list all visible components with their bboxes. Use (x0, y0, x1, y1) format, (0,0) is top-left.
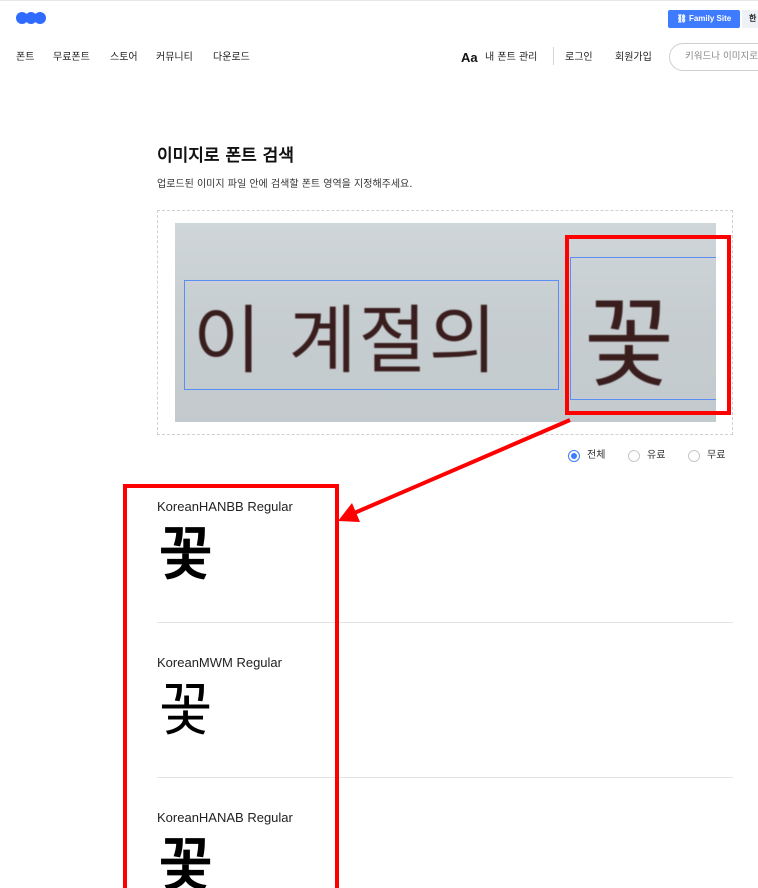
page: ⛓ Family Site 한 폰트 무료폰트 스토어 커뮤니티 다운로드 Aa … (0, 0, 758, 888)
annotation-arrow (338, 418, 571, 522)
